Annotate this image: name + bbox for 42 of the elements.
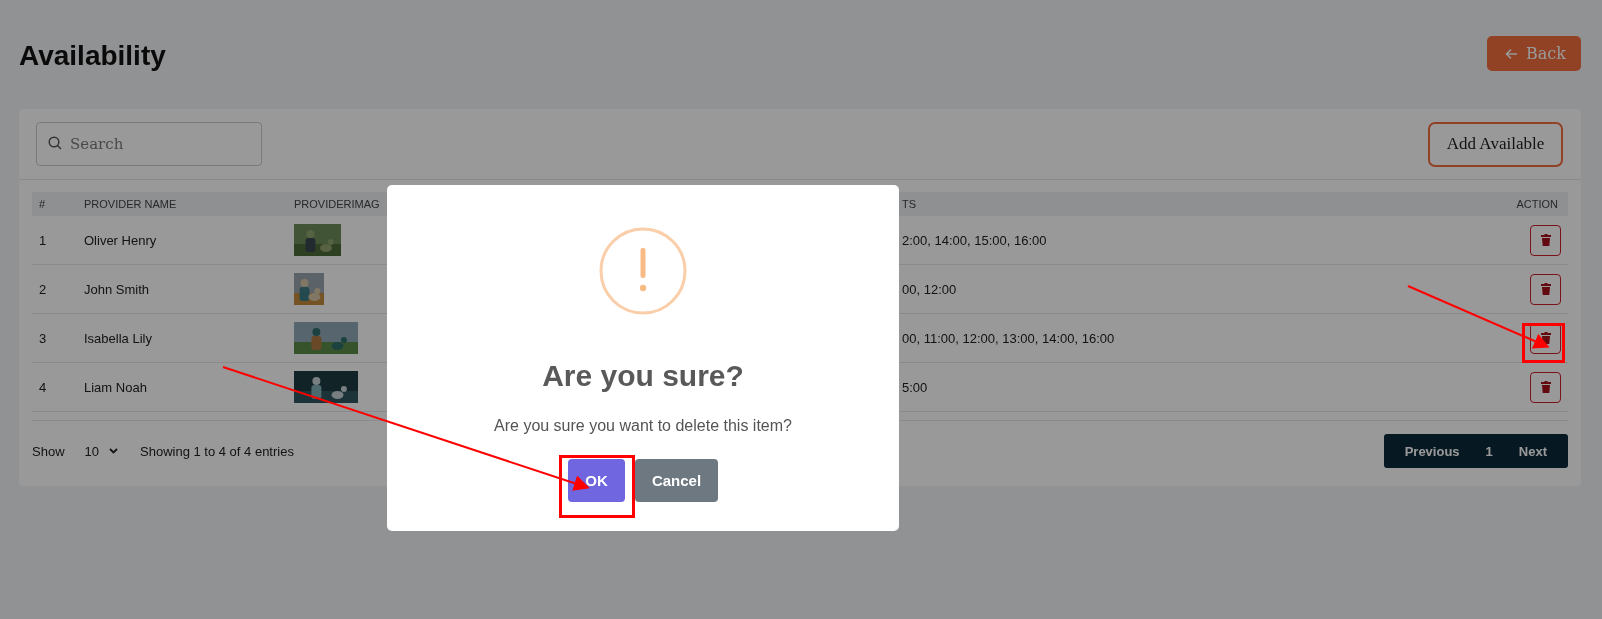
trash-icon <box>1540 332 1551 344</box>
page-link[interactable]: Next <box>1505 443 1560 459</box>
warning-icon <box>599 227 687 315</box>
table-cell: 4 <box>39 379 47 395</box>
entries-info: Showing 1 to 4 of 4 entries <box>140 443 294 459</box>
table-cell: 5:00 <box>902 379 928 395</box>
page-link[interactable]: 1 <box>1472 443 1506 459</box>
column-header: TS <box>902 198 917 210</box>
search-icon <box>48 136 62 150</box>
dialog-title: Are you sure? <box>542 359 744 393</box>
delete-button[interactable] <box>1530 224 1561 256</box>
show-label: Show <box>32 443 65 459</box>
caret-icon <box>109 448 118 454</box>
add-available-button[interactable]: Add Available <box>1428 121 1563 167</box>
table-cell: 00, 12:00 <box>902 281 957 297</box>
table-cell: John Smith <box>84 281 150 297</box>
left-arrow-icon <box>1505 47 1519 60</box>
trash-icon <box>1540 234 1551 246</box>
table-cell: 2 <box>39 281 47 297</box>
trash-icon <box>1540 283 1551 295</box>
column-header: PROVIDERIMAG <box>294 198 380 210</box>
table-cell: Oliver Henry <box>84 232 157 248</box>
ok-button[interactable]: OK <box>568 459 625 502</box>
trash-icon <box>1540 381 1551 393</box>
dialog-message: Are you sure you want to delete this item? <box>494 417 792 435</box>
column-header: PROVIDER NAME <box>84 198 177 210</box>
search-field[interactable]: Search <box>36 122 262 166</box>
table-cell: 2:00, 14:00, 15:00, 16:00 <box>902 232 1047 248</box>
highlight-frame <box>1522 323 1565 363</box>
column-header: ACTION <box>1516 198 1558 210</box>
page-link[interactable]: Previous <box>1391 443 1473 459</box>
table-cell: Isabella Lily <box>84 330 152 346</box>
page-title: Availability <box>19 38 166 72</box>
table-cell: Liam Noah <box>84 379 147 395</box>
page-size-select[interactable]: 10 <box>84 443 118 459</box>
delete-button[interactable] <box>1530 273 1561 305</box>
table-cell: 00, 11:00, 12:00, 13:00, 14:00, 16:00 <box>902 330 1115 346</box>
column-header: # <box>39 198 46 210</box>
cancel-button[interactable]: Cancel <box>635 459 718 502</box>
table-cell: 3 <box>39 330 47 346</box>
table-cell: 1 <box>39 232 47 248</box>
delete-button[interactable] <box>1530 371 1561 403</box>
